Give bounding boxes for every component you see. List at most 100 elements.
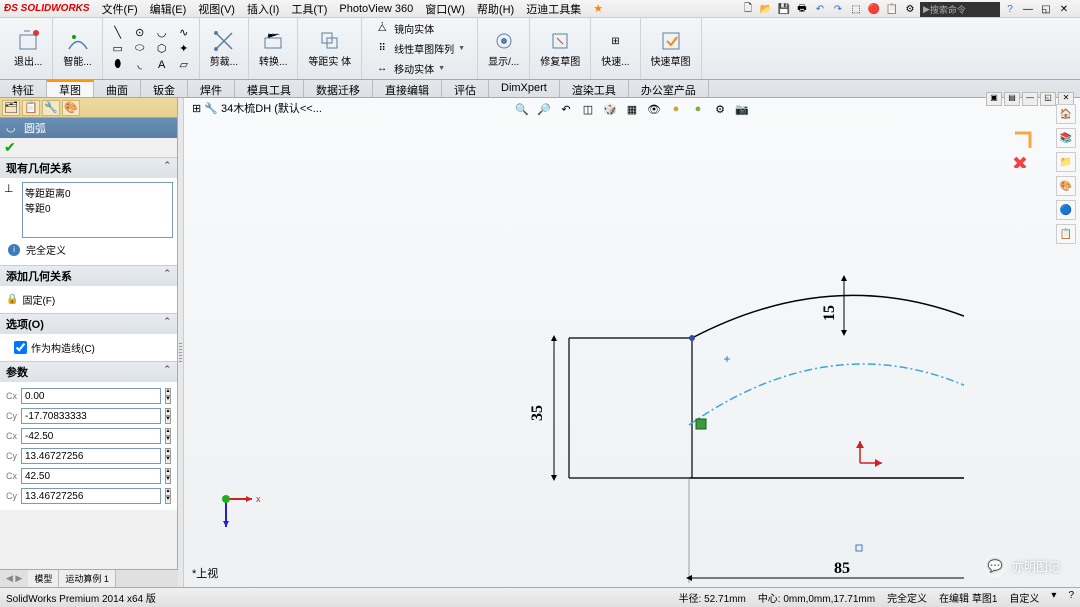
taskpane-palette-icon[interactable]: 🎨 (1056, 176, 1076, 196)
spin-up[interactable]: ▴ (165, 468, 171, 476)
taskpane-resources-icon[interactable]: 🏠 (1056, 104, 1076, 124)
spin-down[interactable]: ▾ (165, 496, 171, 504)
plane-tool-icon[interactable]: ▱ (175, 57, 193, 73)
section-params-header[interactable]: 参数⌃ (0, 362, 177, 382)
spin-up[interactable]: ▴ (165, 428, 171, 436)
circle-tool-icon[interactable]: ⊙ (131, 25, 149, 41)
zoom-fit-icon[interactable]: 🔍 (513, 100, 531, 118)
taskpane-appearance-icon[interactable]: 🔵 (1056, 200, 1076, 220)
pm-tab-display-icon[interactable]: 🎨 (62, 100, 80, 116)
menu-tools[interactable]: 工具(T) (285, 1, 333, 17)
param-input-2[interactable] (21, 428, 161, 444)
spin-up[interactable]: ▴ (165, 388, 171, 396)
save-icon[interactable]: 💾 (776, 1, 792, 17)
spin-up[interactable]: ▴ (165, 448, 171, 456)
menu-maidi[interactable]: 迈迪工具集 (520, 1, 587, 17)
tab-office[interactable]: 办公室产品 (629, 80, 709, 97)
fix-relation-button[interactable]: 🔒固定(F) (4, 290, 173, 309)
rebuild-icon[interactable]: 🔴 (866, 1, 882, 17)
param-input-4[interactable] (21, 468, 161, 484)
render-icon[interactable]: 📷 (733, 100, 751, 118)
tab-sheetmetal[interactable]: 钣金 (141, 80, 188, 97)
tab-surface[interactable]: 曲面 (94, 80, 141, 97)
offset-button[interactable]: 等距实 体 (306, 27, 353, 70)
tab-sketch[interactable]: 草图 (47, 80, 94, 97)
confirm-ok-icon[interactable] (1015, 133, 1030, 148)
show-button[interactable]: 显示/... (486, 27, 521, 70)
tab-weldment[interactable]: 焊件 (188, 80, 235, 97)
param-input-3[interactable] (21, 448, 161, 464)
minimize-icon[interactable]: — (1020, 1, 1036, 17)
arc-tool-icon[interactable]: ◡ (153, 25, 171, 41)
scene-icon[interactable]: ● (689, 100, 707, 118)
move-button[interactable]: ↔移动实体▼ (370, 59, 449, 79)
pm-tab-property-icon[interactable]: 📋 (22, 100, 40, 116)
section-add-header[interactable]: 添加几何关系⌃ (0, 266, 177, 286)
status-custom[interactable]: 自定义 (1009, 590, 1039, 605)
new-icon[interactable]: 🗋 (740, 1, 756, 17)
param-input-5[interactable] (21, 488, 161, 504)
trim-button[interactable]: 剪裁... (208, 27, 240, 70)
tab-features[interactable]: 特征 (0, 80, 47, 97)
view-triad[interactable]: x (214, 487, 264, 537)
spin-down[interactable]: ▾ (165, 416, 171, 424)
text-tool-icon[interactable]: A (153, 57, 171, 73)
spin-up[interactable]: ▴ (165, 408, 171, 416)
spin-down[interactable]: ▾ (165, 476, 171, 484)
ok-button[interactable]: ✔ (4, 139, 16, 156)
view-orient-icon[interactable]: 🎲 (601, 100, 619, 118)
repair-button[interactable]: 修复草图 (538, 27, 582, 70)
confirm-cancel-icon[interactable] (1015, 158, 1025, 168)
menu-file[interactable]: 文件(F) (96, 1, 144, 17)
taskpane-design-icon[interactable]: 📚 (1056, 128, 1076, 148)
spline-tool-icon[interactable]: ∿ (175, 25, 193, 41)
section-relations-header[interactable]: 现有几何关系⌃ (0, 158, 177, 178)
menu-view[interactable]: 视图(V) (192, 1, 241, 17)
redo-icon[interactable]: ↷ (830, 1, 846, 17)
menu-window[interactable]: 窗口(W) (419, 1, 471, 17)
tab-mold[interactable]: 模具工具 (235, 80, 304, 97)
help-icon[interactable]: ? (1002, 1, 1018, 17)
param-input-0[interactable] (21, 388, 161, 404)
dim-35[interactable]: 35 (529, 405, 546, 421)
vp-max-icon[interactable]: ◱ (1040, 92, 1056, 106)
prev-view-icon[interactable]: ↶ (557, 100, 575, 118)
tab-directedit[interactable]: 直接编辑 (373, 80, 442, 97)
ellipse-tool-icon[interactable]: ⬭ (131, 41, 149, 57)
pattern-button[interactable]: ⠿线性草图阵列▼ (370, 39, 469, 59)
menu-photoview[interactable]: PhotoView 360 (333, 3, 419, 15)
appearance-icon[interactable]: ● (667, 100, 685, 118)
open-icon[interactable]: 📂 (758, 1, 774, 17)
smart-dimension-button[interactable]: 智能... (61, 27, 93, 70)
relation-item[interactable]: 等距距离0 (25, 185, 170, 200)
dim-85[interactable]: 85 (834, 560, 850, 577)
quick-sketch-button[interactable]: 快速草图 (649, 27, 693, 70)
quick-button[interactable]: ⊞快速... (599, 27, 631, 70)
tab-motion1[interactable]: 运动算例 1 (59, 570, 116, 587)
point-tool-icon[interactable]: ✦ (175, 41, 193, 57)
vp-tile-icon[interactable]: ▣ (986, 92, 1002, 106)
vp-cascade-icon[interactable]: ▤ (1004, 92, 1020, 106)
status-dropdown-icon[interactable]: ▾ (1051, 590, 1056, 605)
settings-icon[interactable]: ⚙ (902, 1, 918, 17)
tab-render[interactable]: 渲染工具 (560, 80, 629, 97)
graphics-viewport[interactable]: ▣ ▤ — ◱ ✕ ⊞ 🔧 34木梳DH (默认<<... 🔍 🔎 ↶ ◫ 🎲 … (184, 98, 1080, 587)
maximize-icon[interactable]: ◱ (1038, 1, 1054, 17)
polygon-tool-icon[interactable]: ⬡ (153, 41, 171, 57)
tab-dimxpert[interactable]: DimXpert (489, 80, 560, 97)
command-search[interactable]: ▶ 搜索命令 (920, 2, 1000, 17)
view-settings-icon[interactable]: ⚙ (711, 100, 729, 118)
mirror-button[interactable]: ⧊镜向实体 (370, 19, 438, 39)
param-input-1[interactable] (21, 408, 161, 424)
pm-tab-config-icon[interactable]: 🔧 (42, 100, 60, 116)
print-icon[interactable]: 🖶 (794, 1, 810, 17)
vp-min-icon[interactable]: — (1022, 92, 1038, 106)
spin-down[interactable]: ▾ (165, 396, 171, 404)
rect-tool-icon[interactable]: ▭ (109, 41, 127, 57)
section-options-header[interactable]: 选项(O)⌃ (0, 314, 177, 334)
select-icon[interactable]: ⬚ (848, 1, 864, 17)
status-unit-icon[interactable]: ? (1068, 590, 1074, 605)
section-view-icon[interactable]: ◫ (579, 100, 597, 118)
hide-show-icon[interactable]: 👁 (645, 100, 663, 118)
tab-model[interactable]: 模型 (28, 570, 59, 587)
